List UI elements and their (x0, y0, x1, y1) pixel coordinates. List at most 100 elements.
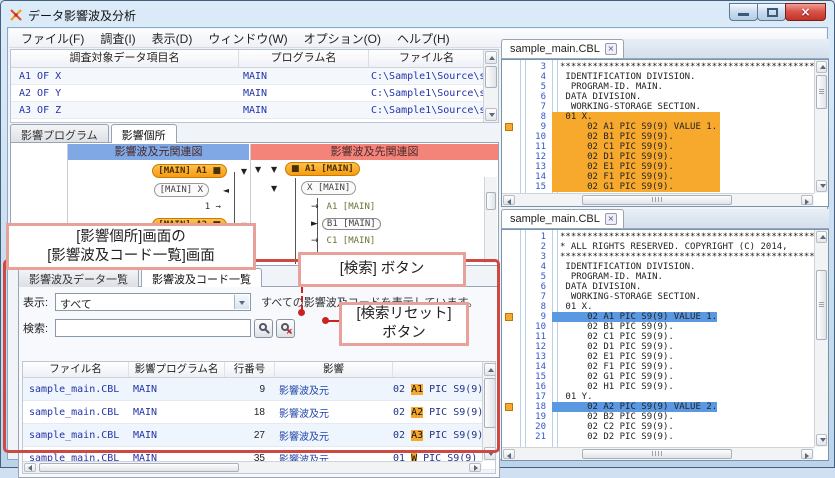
code-line[interactable]: 9 02 A1 PIC S9(9) VALUE 1. (502, 312, 814, 322)
dropdown-arrow-icon[interactable] (234, 295, 249, 309)
code-line[interactable]: 11 02 C1 PIC S9(9). (502, 332, 814, 342)
editor-tab[interactable]: sample_main.CBL × (501, 39, 624, 58)
code-line[interactable]: 3 **************************************… (502, 62, 814, 72)
column-header[interactable]: プログラム名 (239, 50, 369, 67)
tab-close-icon[interactable]: × (604, 43, 617, 55)
close-button[interactable]: × (785, 3, 826, 21)
scroll-up-icon[interactable] (816, 231, 827, 243)
tab-close-icon[interactable]: × (604, 213, 617, 225)
column-header[interactable]: ファイル名 (369, 50, 484, 67)
expand-down-icon[interactable]: ▼ (255, 165, 261, 174)
code-line[interactable]: 7 WORKING-STORAGE SECTION. (502, 102, 814, 112)
editor-tab[interactable]: sample_main.CBL × (501, 209, 624, 228)
column-header[interactable]: 行番号 (225, 362, 275, 377)
code-line[interactable]: 14 02 F1 PIC S9(9). (502, 362, 814, 372)
expand-down-icon[interactable]: ▼ (271, 184, 277, 193)
code-line[interactable]: 15 02 G1 PIC S9(9). (502, 182, 814, 192)
code-line[interactable]: 14 02 F1 PIC S9(9). (502, 172, 814, 182)
diagram-leaf[interactable]: ► B1 [MAIN] (311, 215, 484, 232)
scroll-down-icon[interactable] (484, 447, 495, 460)
menu-item[interactable]: ウィンドウ(W) (200, 28, 295, 49)
table-row[interactable]: B1 OF X MAIN C:\Sample1\Source\sampl (11, 119, 498, 123)
column-header[interactable]: 影響プログラム名 (129, 362, 225, 377)
editor-body[interactable]: 3 **************************************… (501, 59, 829, 207)
editor-body[interactable]: 1 **************************************… (501, 229, 829, 461)
code-line[interactable]: 18 02 A2 PIC S9(9) VALUE 2. (502, 402, 814, 412)
horizontal-scrollbar[interactable] (23, 461, 482, 473)
scroll-right-icon[interactable] (801, 195, 813, 205)
tab-impact-code-list[interactable]: 影響波及コード一覧 (141, 268, 262, 287)
diagram-leaf[interactable]: → C1 [MAIN] (311, 232, 484, 249)
code-line[interactable]: 5 PROGRAM-ID. MAIN. (502, 272, 814, 282)
scroll-left-icon[interactable] (503, 449, 515, 459)
tab-impact-location[interactable]: 影響個所 (110, 124, 177, 143)
table-row[interactable]: sample_main.CBL MAIN 18 影響波及元 02 A2 PIC … (23, 401, 495, 424)
code-line[interactable]: 16 02 H1 PIC S9(9). (502, 382, 814, 392)
column-header[interactable]: 調査対象データ項目名 (11, 50, 239, 67)
code-line[interactable]: 13 02 E1 PIC S9(9). (502, 162, 814, 172)
scroll-down-icon[interactable] (816, 434, 827, 446)
minimize-button[interactable] (729, 3, 758, 21)
code-line[interactable]: 8 01 X. (502, 112, 814, 122)
scroll-up-icon[interactable] (485, 51, 497, 64)
vertical-scrollbar[interactable] (814, 230, 828, 447)
scroll-down-icon[interactable] (485, 108, 497, 121)
menu-item[interactable]: オプション(O) (296, 28, 389, 49)
scroll-thumb[interactable] (485, 66, 497, 88)
column-header[interactable]: ファイル名 (23, 362, 129, 377)
menu-item[interactable]: 調査(I) (92, 28, 143, 49)
tab-impact-data-list[interactable]: 影響波及データ一覧 (18, 268, 139, 287)
search-input[interactable] (55, 319, 251, 337)
code-line[interactable]: 4 IDENTIFICATION DIVISION. (502, 72, 814, 82)
menu-item[interactable]: ファイル(F) (13, 28, 92, 49)
scroll-left-icon[interactable] (503, 195, 515, 205)
display-filter-select[interactable]: すべて (55, 293, 251, 311)
code-line[interactable]: 7 WORKING-STORAGE SECTION. (502, 292, 814, 302)
code-line[interactable]: 1 **************************************… (502, 232, 814, 242)
scroll-up-icon[interactable] (484, 363, 495, 376)
scroll-thumb[interactable] (816, 270, 827, 340)
code-line[interactable]: 12 02 D1 PIC S9(9). (502, 152, 814, 162)
scroll-thumb[interactable] (816, 75, 827, 109)
code-line[interactable]: 10 02 B1 PIC S9(9). (502, 322, 814, 332)
search-button[interactable] (254, 318, 273, 338)
maximize-button[interactable] (757, 3, 786, 21)
table-row[interactable]: A1 OF X MAIN C:\Sample1\Source\sampl (11, 68, 498, 85)
expand-down-icon[interactable]: ▼ (241, 167, 247, 176)
code-line[interactable]: 21 02 D2 PIC S9(9). (502, 432, 814, 442)
expand-down-icon[interactable]: ▼ (271, 165, 277, 174)
diagram-leaf[interactable]: → A1 [MAIN] (311, 198, 484, 215)
code-line[interactable]: 8 01 X. (502, 302, 814, 312)
code-line[interactable]: 10 02 B1 PIC S9(9). (502, 132, 814, 142)
tab-impact-program[interactable]: 影響プログラム (10, 124, 109, 143)
search-reset-button[interactable]: × (276, 318, 295, 338)
code-line[interactable]: 15 02 G1 PIC S9(9). (502, 372, 814, 382)
vertical-scrollbar[interactable] (482, 362, 495, 461)
scroll-up-icon[interactable] (816, 61, 827, 73)
column-header[interactable]: 影響 (275, 362, 393, 377)
code-line[interactable]: 3 **************************************… (502, 252, 814, 262)
table-row[interactable]: sample_main.CBL MAIN 27 影響波及元 02 A3 PIC … (23, 424, 495, 447)
code-line[interactable]: 6 DATA DIVISION. (502, 92, 814, 102)
code-line[interactable]: 11 02 C1 PIC S9(9). (502, 142, 814, 152)
menu-item[interactable]: ヘルプ(H) (389, 28, 458, 49)
diagram-root-node[interactable]: ■ A1 [MAIN] (285, 162, 360, 176)
horizontal-scrollbar[interactable] (502, 193, 814, 206)
table-row[interactable]: A3 OF Z MAIN C:\Sample1\Source\sampl (11, 102, 498, 119)
table-row[interactable]: sample_main.CBL MAIN 9 影響波及元 02 A1 PIC S… (23, 378, 495, 401)
scroll-thumb[interactable] (484, 378, 495, 428)
code-line[interactable]: 6 DATA DIVISION. (502, 282, 814, 292)
vertical-scrollbar[interactable] (484, 177, 497, 263)
scroll-down-icon[interactable] (816, 180, 827, 192)
code-line[interactable]: 4 IDENTIFICATION DIVISION. (502, 262, 814, 272)
code-line[interactable]: 12 02 D1 PIC S9(9). (502, 342, 814, 352)
vertical-scrollbar[interactable] (814, 60, 828, 193)
diagram-node[interactable]: [MAIN] X (153, 183, 209, 197)
scroll-thumb[interactable] (582, 195, 732, 205)
code-line[interactable]: 2 * ALL RIGHTS RESERVED. COPYRIGHT (C) 2… (502, 242, 814, 252)
diagram-node[interactable]: X [MAIN] (301, 181, 357, 195)
code-line[interactable]: 9 02 A1 PIC S9(9) VALUE 1. (502, 122, 814, 132)
vertical-scrollbar[interactable] (483, 50, 498, 122)
code-line[interactable]: 17 01 Y. (502, 392, 814, 402)
column-header[interactable] (393, 362, 495, 377)
